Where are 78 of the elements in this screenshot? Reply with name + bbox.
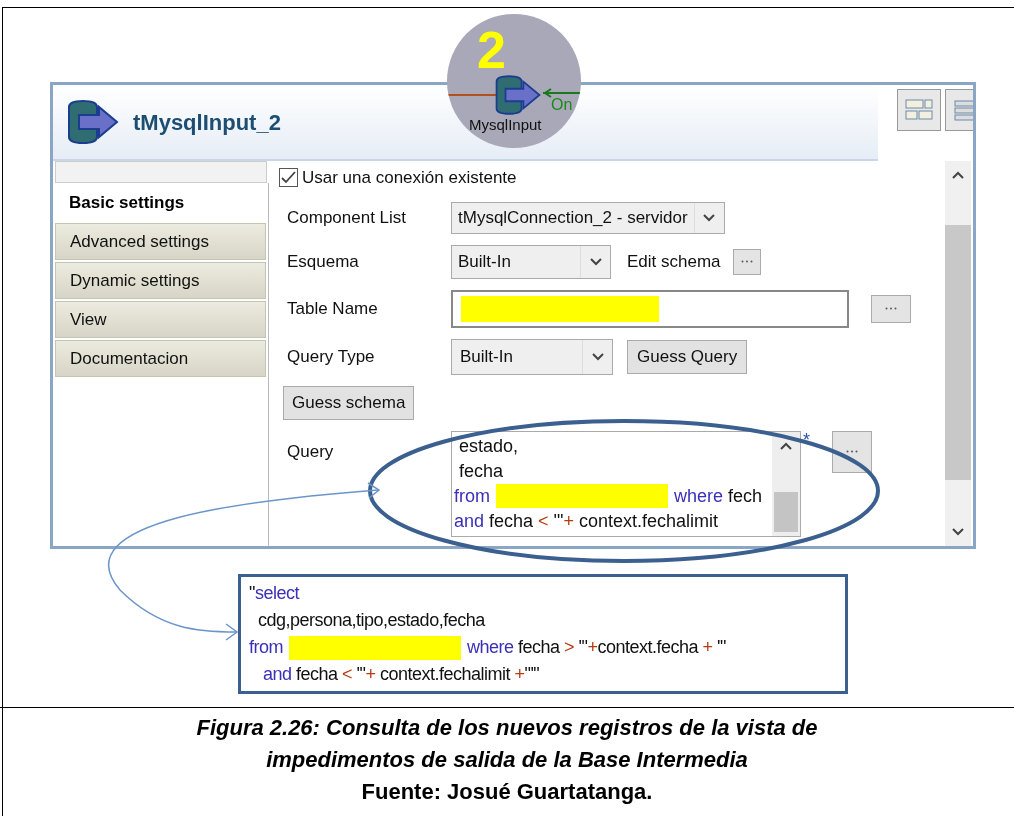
code-operator: + [514, 663, 525, 686]
code-keyword: from [249, 636, 283, 659]
query-editor[interactable]: estado, fecha from where fech and fecha < '"+ context.fechalimit [451, 430, 801, 537]
code-text: "'" [524, 663, 540, 686]
edit-schema-label: Edit schema [627, 250, 721, 273]
code-text: fech [727, 484, 763, 508]
chevron-down-icon [703, 213, 716, 222]
component-list-dropdown[interactable]: tMysqlConnection_2 - servidor [451, 201, 725, 234]
chevron-down-icon [952, 528, 964, 536]
layout-grid-button[interactable] [897, 89, 941, 131]
code-text: estado, [458, 434, 519, 458]
code-text: context.fecha [597, 636, 700, 659]
code-keyword: and [263, 663, 292, 686]
settings-tab[interactable]: Dynamic settings [55, 262, 266, 299]
code-text: '" [355, 663, 366, 686]
field-label: Query [286, 440, 335, 463]
code-text: '" [716, 636, 726, 659]
code-keyword: select [254, 582, 299, 605]
code-text: fecha [295, 663, 339, 686]
figure-source: Fuente: Josué Guartatanga. [361, 778, 653, 806]
table-name-field[interactable] [451, 289, 849, 328]
code-text: context.fechalimit [577, 509, 718, 533]
step-number: 2 [477, 24, 506, 76]
vertical-scrollbar[interactable] [945, 161, 971, 546]
guess-query-button[interactable]: Guess Query [627, 339, 748, 374]
code-text: '" [552, 509, 564, 533]
ellipsis-button[interactable] [832, 430, 872, 473]
list-icon [953, 99, 973, 121]
guess-schema-button[interactable]: Guess schema [283, 385, 415, 420]
layout-list-button[interactable] [945, 89, 973, 131]
code-operator: + [702, 636, 713, 659]
database-arrow-icon [65, 99, 121, 145]
ellipsis-icon [846, 450, 858, 453]
query-type-dropdown[interactable]: Built-In [451, 338, 613, 375]
chevron-up-icon [780, 441, 792, 450]
chevron-down-icon [591, 352, 604, 361]
field-label: Query Type [286, 345, 376, 368]
code-operator: + [563, 509, 574, 533]
connection-arrow-icon [543, 88, 581, 98]
code-operator: < [342, 663, 353, 686]
field-label: Esquema [286, 250, 360, 273]
code-text: cdg,persona,tipo,estado,fecha [257, 609, 485, 632]
settings-tab[interactable]: View [55, 301, 266, 338]
chevron-up-icon [952, 171, 964, 179]
chevron-down-icon [589, 257, 602, 266]
code-keyword: from [454, 484, 490, 508]
modified-mark: * [803, 428, 810, 452]
component-title: tMysqlInput_2 [133, 108, 281, 137]
settings-tab[interactable]: Advanced settings [55, 223, 266, 260]
field-label: Table Name [286, 297, 379, 320]
scrollbar-thumb[interactable] [945, 225, 971, 480]
scrollbar-thumb[interactable] [774, 491, 798, 532]
grid-icon [905, 99, 933, 121]
code-text: fecha [458, 459, 504, 483]
code-text: fecha [488, 509, 535, 533]
database-arrow-icon [493, 72, 543, 118]
code-operator: + [587, 636, 598, 659]
checkbox[interactable] [279, 168, 298, 188]
code-keyword: where [674, 484, 724, 508]
schema-dropdown[interactable]: Built-In [451, 244, 611, 279]
code-operator: < [538, 509, 549, 533]
code-text: " [249, 582, 255, 605]
code-operator: + [365, 663, 376, 686]
code-keyword: and [454, 509, 485, 533]
code-text: '" [577, 636, 588, 659]
code-operator: > [564, 636, 575, 659]
ellipsis-icon [740, 260, 753, 263]
figure-caption: impedimentos de salida de la Base Intermedia [266, 746, 748, 774]
ellipsis-icon [885, 307, 897, 310]
code-text: context.fechalimit [378, 663, 512, 686]
connection-label: On [551, 96, 573, 114]
figure-caption: Figura 2.26: Consulta de los nuevos registros de la vista de [196, 714, 818, 742]
field-label: Component List [286, 206, 408, 229]
code-text: fecha [517, 636, 561, 659]
checkbox-label: Usar una conexión existente [302, 167, 517, 189]
code-keyword: where [467, 636, 514, 659]
settings-tab[interactable]: Documentacion [55, 340, 266, 377]
node-label: MysqlInput [469, 116, 542, 134]
